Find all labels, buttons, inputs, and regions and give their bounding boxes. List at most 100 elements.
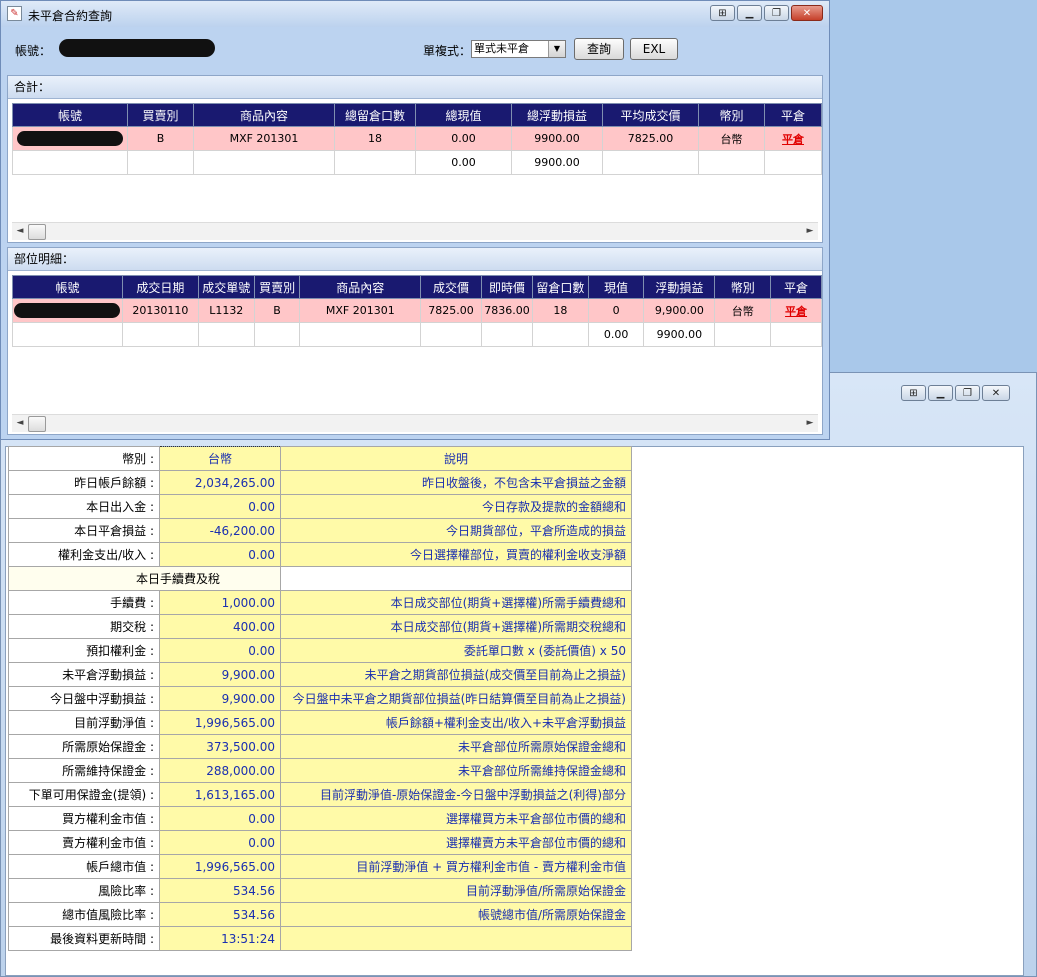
field-value[interactable]: 9,900.00 (159, 662, 281, 687)
field-value[interactable]: 534.56 (159, 902, 281, 927)
field-value[interactable]: 0.00 (159, 638, 281, 663)
field-value[interactable]: 0.00 (159, 494, 281, 519)
horizontal-scrollbar[interactable]: ◄ ► (12, 222, 818, 240)
export-button[interactable]: EXL (630, 38, 678, 60)
column-header[interactable]: 幣別 (698, 103, 765, 127)
account-row: 買方權利金市值 :0.00 選擇權買方未平倉部位市價的總和 (8, 806, 632, 831)
field-description: 帳號總市值/所需原始保證金 (280, 902, 632, 927)
column-header[interactable]: 平均成交價 (602, 103, 699, 127)
scroll-left-icon[interactable]: ◄ (12, 415, 28, 432)
field-value[interactable]: 1,996,565.00 (159, 710, 281, 735)
detail-header-row: 帳號 成交日期 成交單號 買賣別 商品內容 成交價 即時價 留倉口數 現值 浮動損益 幣別 平倉 (12, 275, 822, 299)
field-value[interactable]: 0.00 (159, 806, 281, 831)
close-position-cell: 平倉 (764, 126, 822, 151)
column-header[interactable]: 帳號 (12, 275, 123, 299)
pin-button[interactable]: ⊞ (901, 385, 926, 401)
title-bar[interactable]: ✎ 未平倉合約查詢 ⊞ ▁ ❐ ✕ (1, 1, 829, 27)
chevron-down-icon[interactable]: ▼ (548, 41, 565, 57)
scroll-right-icon[interactable]: ► (802, 223, 818, 240)
column-header[interactable]: 浮動損益 (643, 275, 716, 299)
close-button[interactable]: ✕ (791, 5, 823, 21)
scroll-thumb[interactable] (28, 224, 46, 240)
side-cell: B (253, 298, 301, 323)
column-header[interactable]: 平倉 (764, 103, 822, 127)
field-value[interactable]: 1,000.00 (159, 590, 281, 615)
account-row: 所需原始保證金 :373,500.00 未平倉部位所需原始保證金總和 (8, 734, 632, 759)
field-description: 未平倉部位所需原始保證金總和 (280, 734, 632, 759)
account-row: 手續費 :1,000.00 本日成交部位(期貨+選擇權)所需手續費總和 (8, 590, 632, 615)
account-summary-table: 幣別 : 台幣 說明 昨日帳戶餘額 :2,034,265.00 昨日收盤後，不包含… (8, 446, 632, 951)
avg-price-cell: 7825.00 (602, 126, 699, 151)
open-positions-window: ✎ 未平倉合約查詢 ⊞ ▁ ❐ ✕ 帳號： 單複式： 單式未平倉 ▼ 查詢 EX… (0, 0, 830, 440)
restore-button[interactable]: ❐ (955, 385, 980, 401)
account-cell (12, 298, 123, 323)
table-row[interactable]: 20130110 L1132 B MXF 201301 7825.00 7836… (12, 298, 822, 323)
column-header[interactable]: 留倉口數 (531, 275, 589, 299)
field-value[interactable]: 0.00 (159, 830, 281, 855)
account-row: 昨日帳戶餘額 :2,034,265.00 昨日收盤後，不包含未平倉損益之金額 (8, 470, 632, 495)
field-value[interactable]: 400.00 (159, 614, 281, 639)
pin-button[interactable]: ⊞ (710, 5, 735, 21)
mode-select[interactable]: 單式未平倉 ▼ (471, 40, 566, 58)
column-header[interactable]: 即時價 (481, 275, 533, 299)
horizontal-scrollbar[interactable]: ◄ ► (12, 414, 818, 432)
minimize-button[interactable]: ▁ (928, 385, 953, 401)
summary-title: 合計： (8, 76, 822, 99)
table-row[interactable]: B MXF 201301 18 0.00 9900.00 7825.00 台幣 … (12, 126, 822, 151)
column-header[interactable]: 總現值 (415, 103, 512, 127)
column-header[interactable]: 買賣別 (253, 275, 301, 299)
scroll-left-icon[interactable]: ◄ (12, 223, 28, 240)
minimize-button[interactable]: ▁ (737, 5, 762, 21)
account-redacted (14, 303, 121, 318)
column-header[interactable]: 買賣別 (127, 103, 194, 127)
field-description: 選擇權買方未平倉部位市價的總和 (280, 806, 632, 831)
close-position-link[interactable]: 平倉 (782, 133, 804, 146)
currency-label: 幣別 : (8, 446, 160, 471)
column-header[interactable]: 成交價 (420, 275, 482, 299)
account-row: 風險比率 :534.56 目前浮動淨值/所需原始保證金 (8, 878, 632, 903)
column-header[interactable]: 帳號 (12, 103, 128, 127)
field-label: 下單可用保證金(提領) : (8, 782, 160, 807)
field-description: 本日成交部位(期貨+選擇權)所需期交稅總和 (280, 614, 632, 639)
column-header[interactable]: 商品內容 (193, 103, 335, 127)
query-toolbar: 帳號： 單複式： 單式未平倉 ▼ 查詢 EXL (11, 37, 819, 65)
field-description: 委託單口數 x (委託價值) x 50 (280, 638, 632, 663)
scroll-right-icon[interactable]: ► (802, 415, 818, 432)
column-header[interactable]: 現值 (587, 275, 645, 299)
field-value[interactable]: 534.56 (159, 878, 281, 903)
scroll-thumb[interactable] (28, 416, 46, 432)
field-value[interactable]: 373,500.00 (159, 734, 281, 759)
restore-button[interactable]: ❐ (764, 5, 789, 21)
column-header[interactable]: 總浮動損益 (511, 103, 603, 127)
description-header: 說明 (280, 446, 632, 471)
detail-panel: 部位明細： 帳號 成交日期 成交單號 買賣別 商品內容 成交價 即時價 留倉口數 現值 浮動損益幣… (7, 247, 823, 435)
field-value[interactable]: 288,000.00 (159, 758, 281, 783)
column-header[interactable]: 平倉 (770, 275, 822, 299)
field-value[interactable]: 1,613,165.00 (159, 782, 281, 807)
column-header[interactable]: 成交單號 (197, 275, 255, 299)
total-market-value: 0.00 (587, 322, 645, 347)
trade-price-cell: 7825.00 (420, 298, 482, 323)
market-value-cell: 0.00 (415, 126, 512, 151)
account-row: 本日平倉損益 : -46,200.00 今日期貨部位，平倉所造成的損益 (8, 518, 632, 543)
field-value[interactable]: 0.00 (159, 542, 281, 567)
field-value[interactable]: -46,200.00 (159, 518, 281, 543)
account-header-row: 幣別 : 台幣 說明 (8, 446, 632, 471)
account-row: 預扣權利金 :0.00 委託單口數 x (委託價值) x 50 (8, 638, 632, 663)
column-header[interactable]: 幣別 (714, 275, 772, 299)
query-button[interactable]: 查詢 (574, 38, 624, 60)
column-header[interactable]: 總留倉口數 (334, 103, 416, 127)
currency-value[interactable]: 台幣 (159, 446, 281, 471)
account-row: 最後資料更新時間 :13:51:24 (8, 926, 632, 951)
field-description: 目前浮動淨值/所需原始保證金 (280, 878, 632, 903)
column-header[interactable]: 成交日期 (121, 275, 199, 299)
field-value[interactable]: 2,034,265.00 (159, 470, 281, 495)
column-header[interactable]: 商品內容 (299, 275, 422, 299)
field-value[interactable]: 9,900.00 (159, 686, 281, 711)
close-button[interactable]: ✕ (982, 385, 1010, 401)
field-value[interactable]: 13:51:24 (159, 926, 281, 951)
field-value[interactable]: 1,996,565.00 (159, 854, 281, 879)
product-cell: MXF 201301 (299, 298, 422, 323)
close-position-link[interactable]: 平倉 (785, 305, 807, 318)
field-description: 目前浮動淨值 + 買方權利金市值 - 賣方權利金市值 (280, 854, 632, 879)
